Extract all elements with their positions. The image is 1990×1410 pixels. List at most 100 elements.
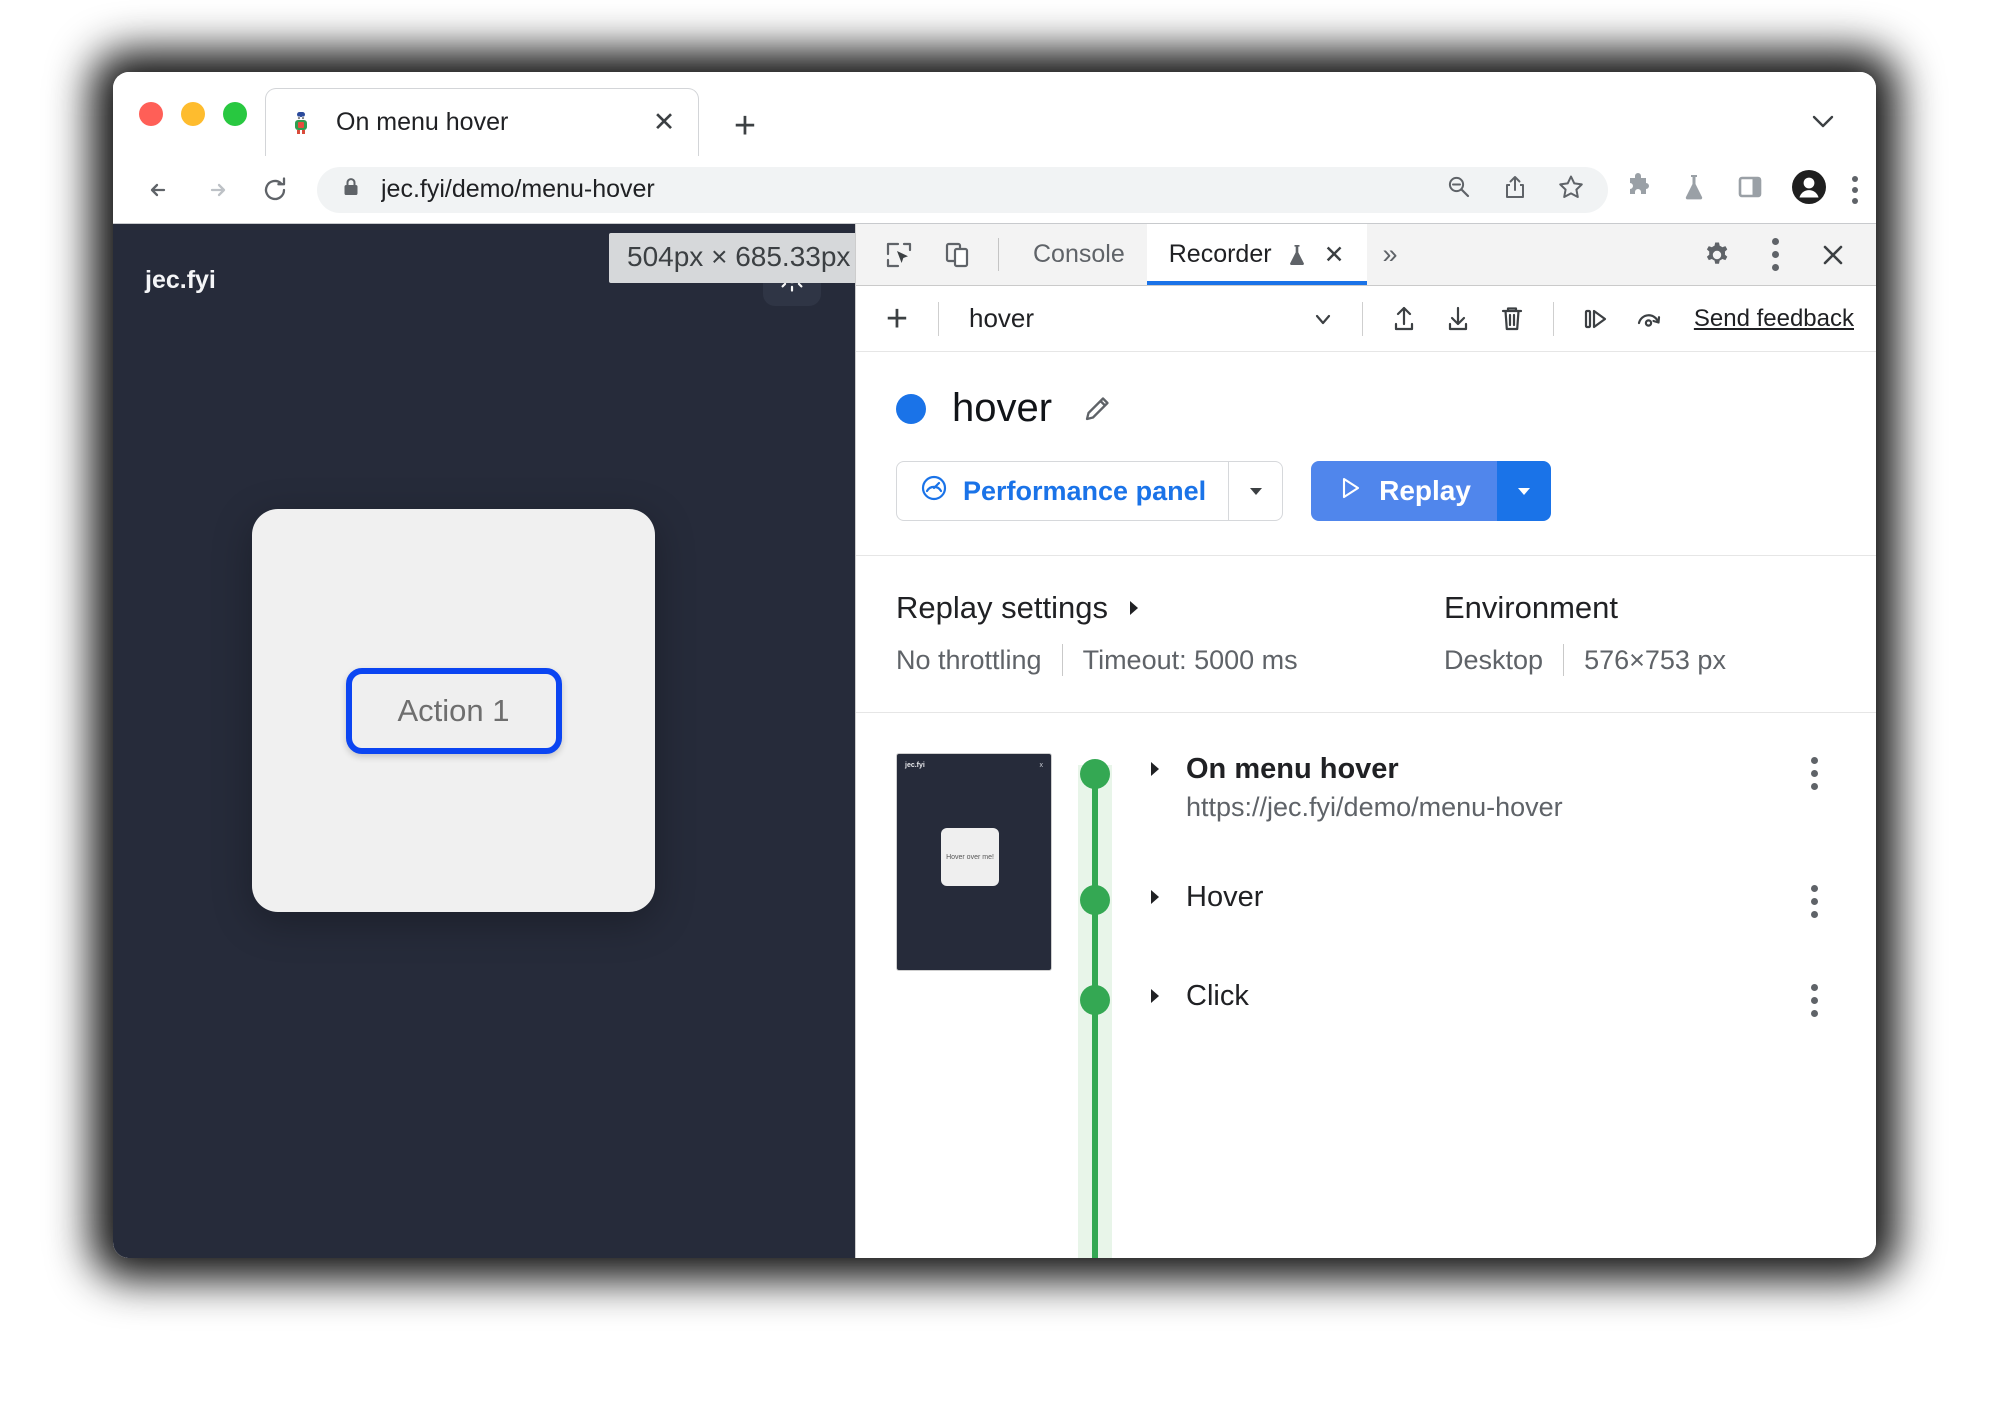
replay-speed-icon[interactable] xyxy=(1622,302,1676,336)
experiment-flask-icon xyxy=(1284,242,1310,268)
experiments-flask-icon[interactable] xyxy=(1678,171,1710,208)
kebab-menu-icon[interactable] xyxy=(1792,881,1836,918)
export-download-icon[interactable] xyxy=(1431,302,1485,336)
toolbar-divider xyxy=(938,301,939,336)
back-button[interactable] xyxy=(135,166,183,214)
environment-dimensions: 576×753 px xyxy=(1584,644,1726,675)
play-triangle-icon xyxy=(1337,475,1363,508)
performance-panel-split-button[interactable]: Performance panel xyxy=(896,461,1284,521)
devtools-menu-icon[interactable] xyxy=(1746,238,1804,271)
share-icon[interactable] xyxy=(1500,172,1530,207)
browser-window: On menu hover ✕ + jec.fyi/demo/menu-hove… xyxy=(113,72,1876,1258)
step-title: Hover xyxy=(1186,881,1264,913)
throttling-value: No throttling xyxy=(896,644,1042,675)
trash-icon[interactable] xyxy=(1485,302,1539,336)
environment-column: Environment Desktop 576×753 px xyxy=(1444,590,1726,676)
close-devtools-icon[interactable] xyxy=(1804,240,1862,270)
chrome-menu-icon[interactable] xyxy=(1852,175,1858,204)
zoom-out-icon[interactable] xyxy=(1444,172,1474,207)
timeline-node xyxy=(1080,885,1110,915)
lock-icon xyxy=(339,175,363,204)
screenshot-root: On menu hover ✕ + jec.fyi/demo/menu-hove… xyxy=(0,0,1990,1410)
tab-strip: On menu hover ✕ + xyxy=(113,72,1876,156)
kebab-menu-icon[interactable] xyxy=(1792,980,1836,1017)
performance-panel-button[interactable]: Performance panel xyxy=(897,462,1228,520)
timeline-node xyxy=(1080,759,1110,789)
devtools-tabbar-actions xyxy=(1663,224,1876,285)
recorder-action-buttons: Performance panel Replay xyxy=(896,461,1836,521)
recorder-toolbar: + hover Send feedback xyxy=(856,286,1876,352)
browser-body: jec.fyi 504px × 685.33px Action 1 Consol… xyxy=(113,224,1876,1258)
chevron-down-icon[interactable] xyxy=(1298,304,1348,334)
bookmark-star-icon[interactable] xyxy=(1556,172,1586,207)
step-list: On menu hover https://jec.fyi/demo/menu-… xyxy=(1138,747,1836,1258)
performance-panel-label: Performance panel xyxy=(963,475,1207,506)
step-row[interactable]: Click xyxy=(1138,980,1836,1017)
minimize-window-button[interactable] xyxy=(181,102,205,126)
side-panel-icon[interactable] xyxy=(1734,171,1766,208)
recording-title: hover xyxy=(952,386,1053,430)
replay-split-button[interactable]: Replay xyxy=(1311,461,1551,521)
close-tab-button[interactable]: ✕ xyxy=(648,107,680,139)
settings-gear-icon[interactable] xyxy=(1688,239,1746,271)
profile-avatar-icon[interactable] xyxy=(1790,168,1828,211)
extensions-puzzle-icon[interactable] xyxy=(1622,171,1654,208)
url-text: jec.fyi/demo/menu-hover xyxy=(381,175,655,203)
window-traffic-lights xyxy=(139,102,247,126)
caret-right-icon[interactable] xyxy=(1138,753,1172,779)
forward-button[interactable] xyxy=(193,166,241,214)
tab-search-chevron-down-icon[interactable] xyxy=(1806,104,1840,138)
viewport-size-tooltip: 504px × 685.33px xyxy=(609,233,855,283)
action-1-button[interactable]: Action 1 xyxy=(345,667,562,754)
device-toolbar-icon[interactable] xyxy=(928,224,986,285)
inspect-element-icon[interactable] xyxy=(870,224,928,285)
step-title: Click xyxy=(1186,980,1249,1012)
timeline-node xyxy=(1080,985,1110,1015)
step-row[interactable]: Hover xyxy=(1138,881,1836,918)
caret-right-icon[interactable] xyxy=(1138,881,1172,907)
more-panels-button[interactable]: » xyxy=(1367,224,1414,285)
maximize-window-button[interactable] xyxy=(223,102,247,126)
new-tab-button[interactable]: + xyxy=(725,106,765,146)
browser-tab[interactable]: On menu hover ✕ xyxy=(265,88,699,156)
value-divider xyxy=(1061,644,1063,676)
reload-button[interactable] xyxy=(251,166,299,214)
step-content: Hover xyxy=(1172,881,1792,914)
tab-recorder-label: Recorder xyxy=(1168,240,1272,268)
devtools-tab-bar: Console Recorder ✕ » xyxy=(856,224,1876,286)
site-brand-label: jec.fyi xyxy=(145,266,216,294)
replay-dropdown-arrow[interactable] xyxy=(1496,461,1551,521)
send-feedback-link[interactable]: Send feedback xyxy=(1694,305,1854,333)
environment-device: Desktop xyxy=(1444,644,1544,675)
replay-button[interactable]: Replay xyxy=(1311,461,1497,521)
tab-recorder[interactable]: Recorder ✕ xyxy=(1146,224,1367,285)
value-divider xyxy=(1563,644,1565,676)
replay-settings-column: Replay settings No throttling Timeout: 5… xyxy=(896,590,1444,676)
step-url: https://jec.fyi/demo/menu-hover xyxy=(1186,792,1563,822)
performance-panel-dropdown-arrow[interactable] xyxy=(1228,462,1282,520)
step-row[interactable]: On menu hover https://jec.fyi/demo/menu-… xyxy=(1138,753,1836,823)
kebab-menu-icon[interactable] xyxy=(1792,753,1836,790)
caret-right-icon[interactable] xyxy=(1138,980,1172,1006)
timeline-line xyxy=(1092,773,1098,1258)
recording-title-row: hover xyxy=(896,386,1836,431)
hover-menu-card: Action 1 xyxy=(252,509,655,912)
step-screenshot-thumbnail[interactable]: jec.fyi x Hover over me! xyxy=(896,753,1052,971)
toolbar-divider xyxy=(1552,301,1554,336)
close-recorder-tab-button[interactable]: ✕ xyxy=(1324,240,1345,270)
recorder-steps: jec.fyi x Hover over me! On menu hover h… xyxy=(856,713,1876,1258)
add-recording-button[interactable]: + xyxy=(870,292,924,346)
import-upload-icon[interactable] xyxy=(1377,302,1431,336)
caret-right-icon xyxy=(1124,590,1144,626)
thumbnail-brand-label: jec.fyi xyxy=(905,762,925,769)
recording-selector-label[interactable]: hover xyxy=(969,303,1034,334)
address-bar[interactable]: jec.fyi/demo/menu-hover xyxy=(317,166,1608,213)
pencil-edit-icon[interactable] xyxy=(1078,390,1116,428)
step-replay-icon[interactable] xyxy=(1568,302,1622,336)
tab-console[interactable]: Console xyxy=(1011,224,1147,285)
step-title: On menu hover xyxy=(1186,753,1399,785)
replay-label: Replay xyxy=(1379,475,1471,506)
thumbnail-card-text: Hover over me! xyxy=(941,828,999,886)
replay-settings-header[interactable]: Replay settings xyxy=(896,590,1444,626)
close-window-button[interactable] xyxy=(139,102,163,126)
